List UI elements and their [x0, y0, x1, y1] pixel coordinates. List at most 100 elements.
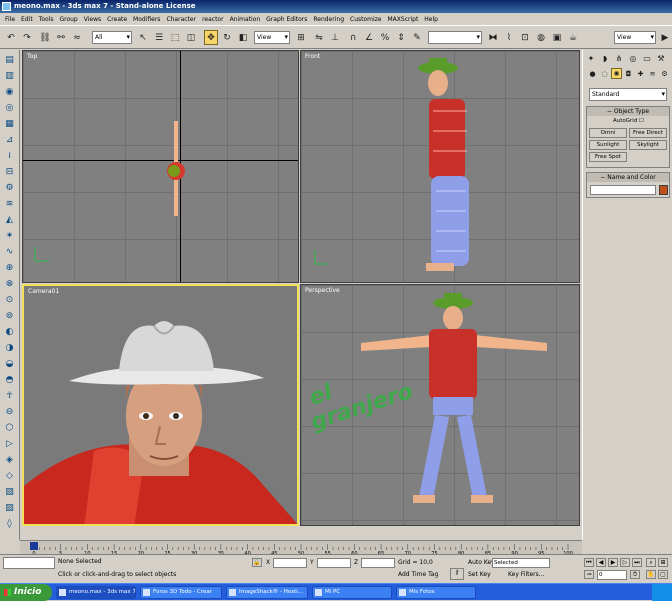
time-slider-handle[interactable]: [30, 542, 38, 550]
selection-filter-dropdown[interactable]: All: [92, 31, 132, 44]
add-time-tag[interactable]: Add Time Tag: [398, 571, 438, 578]
menu-character[interactable]: Character: [163, 16, 199, 23]
unlink-icon[interactable]: ⚯: [54, 30, 68, 45]
menu-edit[interactable]: Edit: [18, 16, 36, 23]
rollout-header[interactable]: − Object Type: [587, 107, 669, 116]
menu-create[interactable]: Create: [104, 16, 130, 23]
key-filters-button[interactable]: Key Filters...: [508, 571, 545, 578]
spinner-snap-icon[interactable]: ⇕: [394, 30, 408, 45]
motion-tab-icon[interactable]: ◎: [627, 52, 639, 64]
point-point-icon[interactable]: ⊙: [3, 294, 16, 307]
x-coordinate-field[interactable]: [273, 558, 307, 568]
y-coordinate-field[interactable]: [317, 558, 351, 568]
reactor-about-icon[interactable]: ◊: [3, 518, 16, 531]
align-icon[interactable]: ⊥: [328, 30, 342, 45]
mirror-toolbar-icon[interactable]: ⧓: [486, 30, 500, 45]
hierarchy-tab-icon[interactable]: ⋔: [613, 52, 625, 64]
toy-car-icon[interactable]: ◭: [3, 214, 16, 227]
menu-customize[interactable]: Customize: [347, 16, 385, 23]
viewport-camera[interactable]: Camera01: [22, 284, 299, 526]
task-3dsmax[interactable]: meono.max - 3ds max 7: [56, 586, 136, 599]
dashpot-icon[interactable]: ⊟: [3, 166, 16, 179]
plane-icon[interactable]: ⊿: [3, 134, 16, 147]
timeline[interactable]: 0 5 10 15 20 25 30 35 40 45 50 55 60 65 70 75 80 85 90 95 10…: [20, 540, 582, 555]
key-mode-toggle-icon[interactable]: ⊸: [584, 570, 594, 579]
schematic-view-icon[interactable]: ⊡: [518, 30, 532, 45]
zoom-icon[interactable]: ⌕: [646, 558, 656, 567]
reactor-options-icon[interactable]: ▨: [3, 502, 16, 515]
render-scene-icon[interactable]: ▣: [550, 30, 564, 45]
quick-render-icon[interactable]: ☕: [566, 30, 580, 45]
convex-hull-icon[interactable]: ⬡: [3, 422, 16, 435]
autogrid-checkbox[interactable]: AutoGrid ☐: [613, 118, 644, 124]
redo-icon[interactable]: ↷: [20, 30, 34, 45]
viewport-top[interactable]: Top: [22, 50, 299, 283]
previous-frame-icon[interactable]: ◀: [596, 558, 606, 567]
select-by-name-icon[interactable]: ☰: [152, 30, 166, 45]
link-icon[interactable]: ⛓: [38, 30, 52, 45]
viewport-front[interactable]: Front: [300, 50, 580, 283]
constraint-solver-icon[interactable]: ⊕: [3, 262, 16, 275]
deforming-mesh-icon[interactable]: ▦: [3, 118, 16, 131]
window-title-bar[interactable]: meono.max - 3ds max 7 - Stand-alone Lice…: [0, 0, 672, 13]
key-icon[interactable]: ⚷: [450, 568, 464, 580]
omni-light-button[interactable]: Omni: [589, 128, 627, 138]
rope-icon[interactable]: ◎: [3, 102, 16, 115]
menu-maxscript[interactable]: MAXScript: [385, 16, 422, 23]
object-name-field[interactable]: [590, 185, 656, 195]
auto-key-button[interactable]: Auto Key: [468, 559, 495, 566]
utilities-tab-icon[interactable]: ⚒: [655, 52, 667, 64]
percent-snap-icon[interactable]: %: [378, 30, 392, 45]
system-tray[interactable]: [652, 584, 672, 601]
water-icon[interactable]: ∿: [3, 246, 16, 259]
sunlight-button[interactable]: Sunlight: [589, 140, 627, 150]
menu-rendering[interactable]: Rendering: [310, 16, 347, 23]
goto-end-icon[interactable]: ⏭: [632, 558, 642, 567]
menu-reactor[interactable]: reactor: [199, 16, 227, 23]
zoom-all-icon[interactable]: ⊞: [658, 558, 668, 567]
menu-modifiers[interactable]: Modifiers: [130, 16, 163, 23]
skylight-button[interactable]: Skylight: [629, 140, 667, 150]
set-key-button[interactable]: Set Key: [468, 571, 491, 578]
rollout-header[interactable]: − Name and Color: [587, 173, 669, 182]
undo-icon[interactable]: ↶: [4, 30, 18, 45]
shapes-icon[interactable]: ◌: [599, 68, 610, 79]
select-and-scale-icon[interactable]: ◧: [236, 30, 250, 45]
task-my-pc[interactable]: Mi PC: [312, 586, 392, 599]
pan-icon[interactable]: ✋: [646, 570, 656, 579]
analyze-world-icon[interactable]: ◇: [3, 470, 16, 483]
helpers-icon[interactable]: ✚: [635, 68, 646, 79]
menu-tools[interactable]: Tools: [36, 16, 57, 23]
window-crossing-icon[interactable]: ◫: [184, 30, 198, 45]
cameras-icon[interactable]: ◘: [623, 68, 634, 79]
spring-icon[interactable]: ≀: [3, 150, 16, 163]
menu-views[interactable]: Views: [81, 16, 104, 23]
prismatic-icon[interactable]: ⊚: [3, 310, 16, 323]
select-and-rotate-icon[interactable]: ↻: [220, 30, 234, 45]
play-icon[interactable]: ▶: [608, 558, 618, 567]
z-coordinate-field[interactable]: [361, 558, 395, 568]
selection-region-icon[interactable]: ⬚: [168, 30, 182, 45]
fixed-icon[interactable]: ◒: [3, 358, 16, 371]
limited-hinge-icon[interactable]: ⊖: [3, 406, 16, 419]
select-object-icon[interactable]: ↖: [136, 30, 150, 45]
current-frame-field[interactable]: 0: [597, 570, 627, 580]
select-and-move-icon[interactable]: ✥: [204, 30, 218, 45]
wind-icon[interactable]: ≋: [3, 198, 16, 211]
point-path-icon[interactable]: ◑: [3, 342, 16, 355]
task-browser-foros[interactable]: Foros 3D Todo - Crear: [140, 586, 222, 599]
mirror-icon[interactable]: ⇋: [312, 30, 326, 45]
menu-file[interactable]: File: [2, 16, 18, 23]
geometry-icon[interactable]: ●: [587, 68, 598, 79]
next-frame-icon[interactable]: ▷: [620, 558, 630, 567]
ballsocket-icon[interactable]: ◓: [3, 374, 16, 387]
viewport-perspective[interactable]: Perspective el granjero: [300, 284, 580, 526]
menu-help[interactable]: Help: [421, 16, 441, 23]
modify-tab-icon[interactable]: ◗: [599, 52, 611, 64]
task-browser-imageshack[interactable]: ImageShack® - Hosti...: [226, 586, 308, 599]
free-spot-button[interactable]: Free Spot: [589, 152, 627, 162]
timeline-ruler[interactable]: 0 5 10 15 20 25 30 35 40 45 50 55 60 65 70 75 80 85 90 95 10…: [20, 541, 582, 555]
task-my-photos[interactable]: Mis Fotos: [396, 586, 476, 599]
fracture-icon[interactable]: ✶: [3, 230, 16, 243]
time-configuration-icon[interactable]: ⏱: [630, 570, 640, 579]
